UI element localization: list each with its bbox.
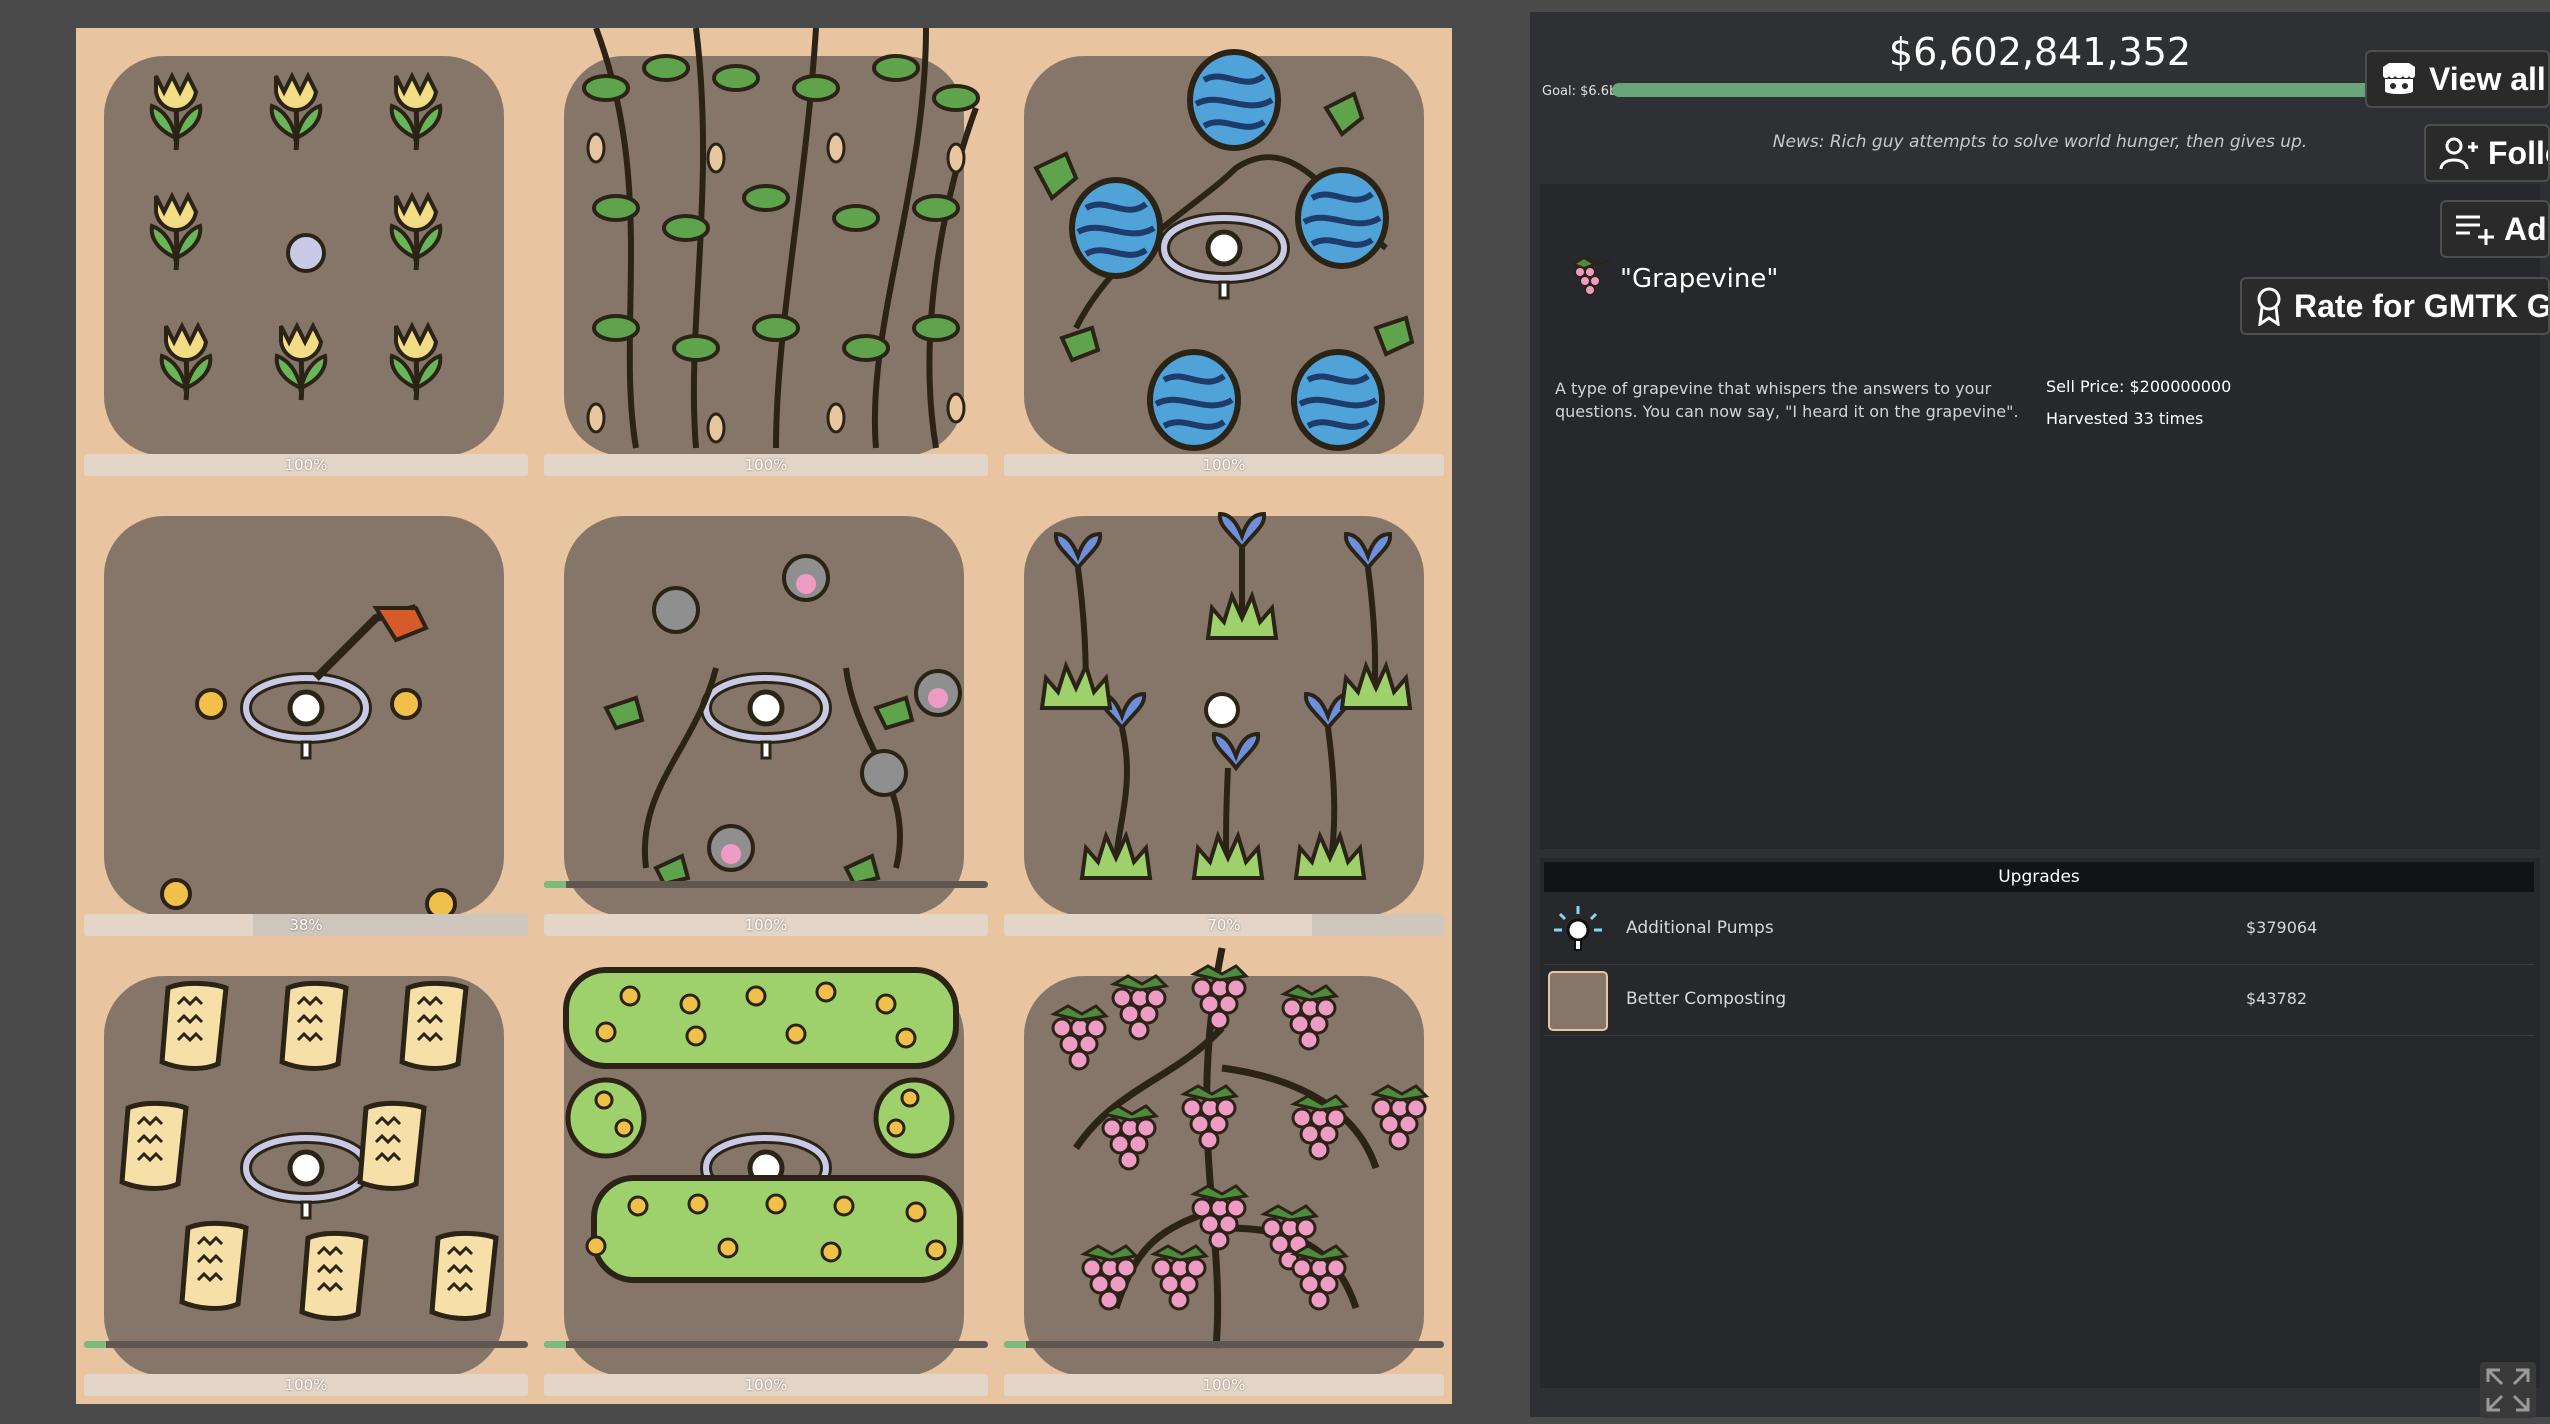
grape-icon	[1571, 256, 1611, 296]
follow-label: Follo	[2488, 134, 2548, 171]
sprout-progress-bar	[84, 1341, 528, 1348]
rate-label: Rate for GMTK G	[2294, 287, 2550, 324]
goal-label: Goal: $6.6b	[1542, 84, 1618, 99]
news-ticker: News: Rich guy attempts to solve world h…	[1772, 132, 2308, 152]
follow-user-icon	[2439, 137, 2478, 170]
plot-progress-bar: 100%	[84, 454, 528, 476]
itchio-icon	[2383, 63, 2415, 94]
item-name: "Grapevine"	[1620, 264, 1779, 294]
upgrades-title: Upgrades	[1544, 862, 2534, 892]
garden-canvas	[104, 26, 1428, 1376]
rate-button[interactable]: Rate for GMTK G	[2240, 277, 2550, 335]
sprinkler-head-icon	[286, 233, 326, 273]
add-label: Add	[2504, 210, 2548, 247]
view-all-button[interactable]: View all	[2365, 50, 2550, 108]
plot-progress-label: 100%	[744, 456, 788, 474]
add-list-icon	[2456, 215, 2494, 245]
award-ribbon-icon	[2257, 287, 2281, 326]
upgrade-name: Additional Pumps	[1626, 918, 1774, 938]
plot-progress-bar: 100%	[544, 1374, 988, 1396]
plot-progress-label: 100%	[744, 1376, 788, 1394]
upgrades-panel: Upgrades Additional Pumps $379064 Better…	[1540, 858, 2540, 1388]
garden-grid: 100% 100% 100% 38% 100% 70% 100% 100% 10…	[76, 26, 1452, 1404]
item-description: A type of grapevine that whispers the an…	[1555, 379, 2019, 421]
compost-icon	[1548, 971, 1608, 1031]
sprout-progress-bar	[1004, 1341, 1444, 1348]
view-all-label: View all	[2429, 60, 2546, 97]
plot-progress-label: 100%	[1202, 1376, 1246, 1394]
fullscreen-icon[interactable]	[2480, 1362, 2536, 1418]
plot-progress-label: 70%	[1207, 916, 1241, 934]
plot-progress-bar: 100%	[544, 914, 988, 936]
upgrade-price: $43782	[2246, 989, 2308, 1008]
harvest-count: Harvested 33 times	[2046, 409, 2204, 428]
plot-progress-bar: 100%	[1004, 454, 1444, 476]
sprout-progress-bar	[544, 881, 988, 888]
plot-progress-bar: 70%	[1004, 914, 1444, 936]
add-to-collection-button[interactable]: Add	[2440, 200, 2550, 258]
upgrade-price: $379064	[2246, 918, 2318, 937]
sell-price: Sell Price: $200000000	[2046, 377, 2232, 396]
plot-progress-bar: 100%	[1004, 1374, 1444, 1396]
upgrade-row-additional-pumps[interactable]: Additional Pumps $379064	[1544, 894, 2534, 965]
info-panel: $6,602,841,352 Goal: $6.6b News: Rich gu…	[1530, 12, 2550, 1417]
plot-progress-bar: 100%	[544, 454, 988, 476]
plot-progress-label: 100%	[1202, 456, 1246, 474]
pump-icon	[1554, 906, 1602, 951]
plot-progress-bar: 100%	[84, 1374, 528, 1396]
follow-button[interactable]: Follo	[2424, 124, 2550, 182]
upgrade-row-better-composting[interactable]: Better Composting $43782	[1544, 965, 2534, 1036]
plot-progress-label: 100%	[284, 1376, 328, 1394]
sprout-progress-bar	[544, 1341, 988, 1348]
upgrade-name: Better Composting	[1626, 989, 1787, 1009]
plot-progress-label: 100%	[744, 916, 788, 934]
plot-progress-label: 100%	[284, 456, 328, 474]
plot-progress-label: 38%	[289, 916, 323, 934]
plot-progress-bar: 38%	[84, 914, 528, 936]
